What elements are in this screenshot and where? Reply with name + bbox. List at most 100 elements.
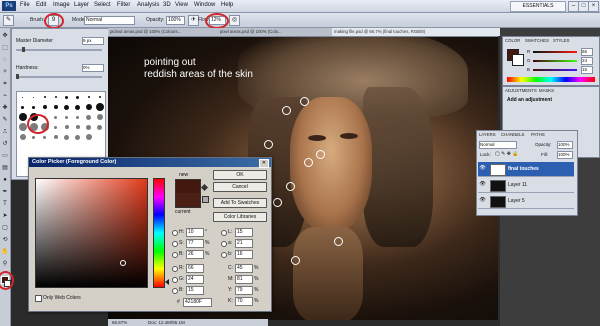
doc-tab-active[interactable]: making file.psd @ 66.7% (final touches, … <box>332 28 500 36</box>
brush-preset-item[interactable] <box>83 122 94 132</box>
green-field[interactable]: 24 <box>186 275 204 284</box>
menu-layer[interactable]: Layer <box>74 2 89 8</box>
eye-icon[interactable]: 👁 <box>479 181 486 188</box>
clone-stamp-icon[interactable]: ⎍ <box>1 128 9 136</box>
saturation-brightness-field[interactable] <box>35 178 148 288</box>
healing-brush-icon[interactable]: ✚ <box>1 104 9 112</box>
blue-field[interactable]: 15 <box>186 286 204 295</box>
brush-preset-item[interactable] <box>28 92 39 102</box>
gradient-tool-icon[interactable]: ▤ <box>1 164 9 172</box>
lab-l-field[interactable]: 15 <box>235 228 253 237</box>
hue-slider[interactable] <box>153 178 165 288</box>
tab-swatches[interactable]: SWATCHES <box>525 37 549 44</box>
brush-preset-item[interactable] <box>72 122 83 132</box>
master-diameter-field[interactable]: 9 px <box>82 37 104 45</box>
saturation-field[interactable]: 77 <box>186 239 204 248</box>
mode-select[interactable]: Normal <box>84 16 135 25</box>
cyan-field[interactable]: 45 <box>235 264 253 273</box>
menu-help[interactable]: Help <box>221 2 233 8</box>
ok-button[interactable]: OK <box>213 170 267 180</box>
blend-mode-select[interactable]: Normal <box>479 141 517 149</box>
tab-styles[interactable]: STYLES <box>553 37 569 44</box>
lock-icons[interactable]: ▢ ✎ ✥ 🔒 <box>495 151 519 157</box>
g-field[interactable]: 24 <box>581 57 593 65</box>
saturation-radio[interactable] <box>172 241 178 247</box>
quick-select-icon[interactable]: ✧ <box>1 68 9 76</box>
close-icon[interactable]: ✕ <box>259 159 269 168</box>
green-radio[interactable] <box>172 277 178 283</box>
magenta-field[interactable]: 81 <box>235 275 253 284</box>
brush-preset-item[interactable] <box>83 92 94 102</box>
menu-view[interactable]: View <box>175 2 188 8</box>
brush-icon[interactable]: ✎ <box>1 116 9 124</box>
brush-preset-item[interactable] <box>83 102 94 112</box>
add-to-swatches-button[interactable]: Add To Swatches <box>213 198 267 208</box>
tab-masks[interactable]: MASKS <box>539 87 554 94</box>
hardness-field[interactable]: 0% <box>82 64 104 72</box>
tab-adjustments[interactable]: ADJUSTMENTS <box>505 87 537 94</box>
hue-field[interactable]: 10 <box>186 228 204 237</box>
layer-row-active[interactable]: 👁 final touches <box>478 162 574 177</box>
pen-tool-icon[interactable]: ✒ <box>1 188 9 196</box>
b-field[interactable]: 15 <box>581 66 593 74</box>
zoom-tool-icon[interactable]: ⚲ <box>1 260 9 268</box>
menu-analysis[interactable]: Analysis <box>137 2 159 8</box>
brush-preset-item[interactable] <box>17 112 28 122</box>
workspace-switcher[interactable]: ESSENTIALS <box>510 1 566 12</box>
r-field[interactable]: 66 <box>581 48 593 56</box>
tab-paths[interactable]: PATHS <box>531 131 545 138</box>
web-safe-icon[interactable] <box>202 196 209 203</box>
tab-color[interactable]: COLOR <box>505 37 520 44</box>
gamut-warning-icon[interactable] <box>200 183 209 192</box>
hardness-knob[interactable] <box>16 74 19 79</box>
doc-tab-1[interactable]: picked areas.psd @ 100% (Colours... <box>108 28 218 36</box>
layer-opacity-field[interactable]: 100% <box>557 141 573 149</box>
b-slider[interactable] <box>533 69 577 71</box>
menu-select[interactable]: Select <box>94 2 111 8</box>
hue-radio[interactable] <box>172 230 178 236</box>
brush-preset-item[interactable] <box>72 132 83 142</box>
doc-tab-2[interactable]: pixel areas.psd @ 100% (Colo... <box>218 28 332 36</box>
r-slider[interactable] <box>533 51 577 53</box>
brush-tool-icon[interactable]: ✎ <box>3 15 14 26</box>
brush-preset-item[interactable] <box>94 92 105 102</box>
close-button[interactable]: × <box>588 1 599 12</box>
move-tool-icon[interactable]: ✥ <box>1 32 9 40</box>
brush-preset-item[interactable] <box>72 102 83 112</box>
brush-preset-item[interactable] <box>83 132 94 142</box>
fill-field[interactable]: 100% <box>557 151 573 159</box>
lab-b-radio[interactable] <box>221 252 227 258</box>
brush-preset-item[interactable] <box>17 132 28 142</box>
lasso-tool-icon[interactable]: ◌ <box>1 56 9 64</box>
layer-row[interactable]: 👁 Layer 5 <box>478 194 574 209</box>
brush-preset-item[interactable] <box>28 102 39 112</box>
brush-preset-item[interactable] <box>94 122 105 132</box>
black-field[interactable]: 70 <box>235 297 253 306</box>
dodge-tool-icon[interactable]: ● <box>1 176 9 184</box>
type-tool-icon[interactable]: T <box>1 200 9 208</box>
lab-a-radio[interactable] <box>221 241 227 247</box>
eye-icon[interactable]: 👁 <box>479 197 486 204</box>
brightness-field[interactable]: 26 <box>186 250 204 259</box>
crop-tool-icon[interactable]: ⌗ <box>1 80 9 88</box>
menu-3d[interactable]: 3D <box>163 2 171 8</box>
brush-preset-item[interactable] <box>61 112 72 122</box>
brush-preset-item[interactable] <box>61 132 72 142</box>
opacity-field[interactable]: 100% <box>166 16 185 25</box>
brush-preset-item[interactable] <box>61 122 72 132</box>
master-diameter-knob[interactable] <box>22 47 25 52</box>
menu-file[interactable]: File <box>20 2 30 8</box>
current-color-swatch[interactable] <box>175 193 201 208</box>
menu-image[interactable]: Image <box>53 2 70 8</box>
lab-b-field[interactable]: 16 <box>235 250 253 259</box>
brush-preset-item[interactable] <box>72 112 83 122</box>
brush-preset-item[interactable] <box>61 92 72 102</box>
shape-tool-icon[interactable]: ▢ <box>1 224 9 232</box>
eye-icon[interactable]: 👁 <box>479 165 486 172</box>
master-diameter-slider[interactable] <box>16 49 102 51</box>
tablet-pressure-icon[interactable]: ◎ <box>229 15 240 26</box>
lab-a-field[interactable]: 21 <box>235 239 253 248</box>
brush-preset-item[interactable] <box>39 102 50 112</box>
brush-preset-item[interactable] <box>50 122 61 132</box>
hardness-slider[interactable] <box>16 76 102 78</box>
